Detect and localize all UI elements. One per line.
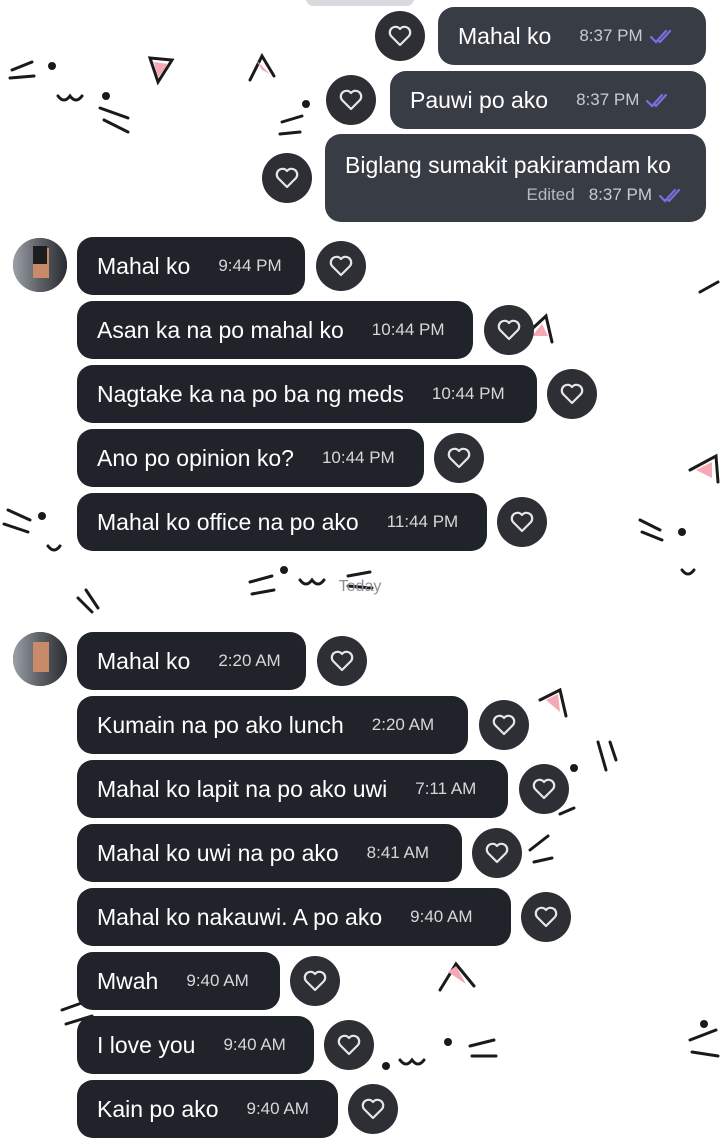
heart-outline-icon — [275, 167, 299, 189]
date-divider: Today — [338, 578, 382, 595]
message-bubble-incoming[interactable]: Kain po ako 9:40 AM — [77, 1080, 338, 1138]
message-text: Ano po opinion ko? — [97, 444, 294, 471]
heart-outline-icon — [510, 511, 534, 533]
react-button[interactable] — [262, 153, 312, 203]
message-time: 8:37 PM — [579, 26, 643, 45]
message-text: Mahal ko — [97, 647, 191, 674]
message-text: Kumain na po ako lunch — [97, 711, 344, 738]
message-text: Mahal ko — [97, 252, 191, 279]
message-time: 8:41 AM — [366, 843, 430, 862]
message-bubble-incoming[interactable]: Mahal ko uwi na po ako 8:41 AM — [77, 824, 462, 882]
message-bubble-incoming[interactable]: Mwah 9:40 AM — [77, 952, 280, 1010]
react-button[interactable] — [317, 636, 367, 686]
react-button[interactable] — [290, 956, 340, 1006]
message-list[interactable]: Mahal ko 8:37 PM Pauwi po ako 8:37 PM Bi… — [0, 0, 720, 1144]
react-button[interactable] — [375, 11, 425, 61]
message-bubble-incoming[interactable]: I love you 9:40 AM — [77, 1016, 314, 1074]
message-time: 10:44 PM — [431, 384, 505, 403]
message-time: 9:44 PM — [218, 256, 282, 275]
heart-outline-icon — [492, 714, 516, 736]
message-bubble-incoming[interactable]: Mahal ko 2:20 AM — [77, 632, 306, 690]
double-check-icon — [658, 188, 681, 203]
double-check-icon — [649, 29, 671, 44]
double-check-icon — [646, 93, 668, 108]
message-bubble-outgoing[interactable]: Pauwi po ako 8:37 PM — [390, 71, 706, 129]
message-time: 10:44 PM — [321, 448, 395, 467]
message-time: 2:20 AM — [371, 715, 435, 734]
message-text: Asan ka na po mahal ko — [97, 316, 344, 343]
message-bubble-incoming[interactable]: Mahal ko 9:44 PM — [77, 237, 305, 295]
heart-outline-icon — [560, 383, 584, 405]
heart-outline-icon — [361, 1098, 385, 1120]
heart-outline-icon — [337, 1034, 361, 1056]
message-bubble-incoming[interactable]: Kumain na po ako lunch 2:20 AM — [77, 696, 468, 754]
heart-outline-icon — [447, 447, 471, 469]
react-button[interactable] — [324, 1020, 374, 1070]
react-button[interactable] — [316, 241, 366, 291]
message-text: Mwah — [97, 967, 159, 994]
message-bubble-incoming[interactable]: Ano po opinion ko? 10:44 PM — [77, 429, 424, 487]
heart-outline-icon — [485, 842, 509, 864]
message-text: Nagtake ka na po ba ng meds — [97, 380, 404, 407]
message-bubble-outgoing[interactable]: Mahal ko 8:37 PM — [438, 7, 706, 65]
message-text: Mahal ko — [458, 22, 552, 49]
react-button[interactable] — [434, 433, 484, 483]
edited-label: Edited — [526, 184, 575, 204]
message-text: Mahal ko nakauwi. A po ako — [97, 903, 383, 930]
react-button[interactable] — [326, 75, 376, 125]
react-button[interactable] — [484, 305, 534, 355]
heart-outline-icon — [532, 778, 556, 800]
message-bubble-incoming[interactable]: Mahal ko nakauwi. A po ako 9:40 AM — [77, 888, 511, 946]
message-bubble-incoming[interactable]: Mahal ko lapit na po ako uwi 7:11 AM — [77, 760, 508, 818]
message-text: Mahal ko lapit na po ako uwi — [97, 775, 388, 802]
message-text: Biglang sumakit pakiramdam ko — [345, 151, 671, 178]
message-text: I love you — [97, 1031, 196, 1058]
message-time: 8:37 PM — [576, 90, 640, 109]
message-text: Pauwi po ako — [410, 86, 549, 113]
react-button[interactable] — [547, 369, 597, 419]
message-text: Kain po ako — [97, 1095, 219, 1122]
heart-outline-icon — [534, 906, 558, 928]
message-time: 9:40 AM — [223, 1035, 286, 1054]
message-bubble-incoming[interactable]: Nagtake ka na po ba ng meds 10:44 PM — [77, 365, 537, 423]
contact-avatar[interactable] — [13, 238, 67, 292]
message-time: 10:44 PM — [371, 320, 445, 339]
heart-outline-icon — [329, 255, 353, 277]
react-button[interactable] — [472, 828, 522, 878]
message-time: 8:37 PM — [588, 184, 652, 204]
message-text: Mahal ko uwi na po ako — [97, 839, 339, 866]
message-bubble-outgoing[interactable]: Biglang sumakit pakiramdam ko Edited 8:3… — [325, 134, 706, 222]
contact-avatar[interactable] — [13, 632, 67, 686]
react-button[interactable] — [519, 764, 569, 814]
message-bubble-incoming[interactable]: Asan ka na po mahal ko 10:44 PM — [77, 301, 473, 359]
react-button[interactable] — [479, 700, 529, 750]
message-time: 11:44 PM — [386, 512, 459, 531]
heart-outline-icon — [388, 25, 412, 47]
message-time: 9:40 AM — [246, 1099, 309, 1118]
heart-outline-icon — [497, 319, 521, 341]
heart-outline-icon — [339, 89, 363, 111]
heart-outline-icon — [330, 650, 354, 672]
message-time: 2:20 AM — [218, 651, 281, 670]
message-time: 7:11 AM — [415, 779, 477, 798]
react-button[interactable] — [348, 1084, 398, 1134]
message-bubble-incoming[interactable]: Mahal ko office na po ako 11:44 PM — [77, 493, 487, 551]
message-time: 9:40 AM — [410, 907, 473, 926]
react-button[interactable] — [497, 497, 547, 547]
message-time: 9:40 AM — [186, 971, 249, 990]
heart-outline-icon — [303, 970, 327, 992]
react-button[interactable] — [521, 892, 571, 942]
message-text: Mahal ko office na po ako — [97, 508, 359, 535]
